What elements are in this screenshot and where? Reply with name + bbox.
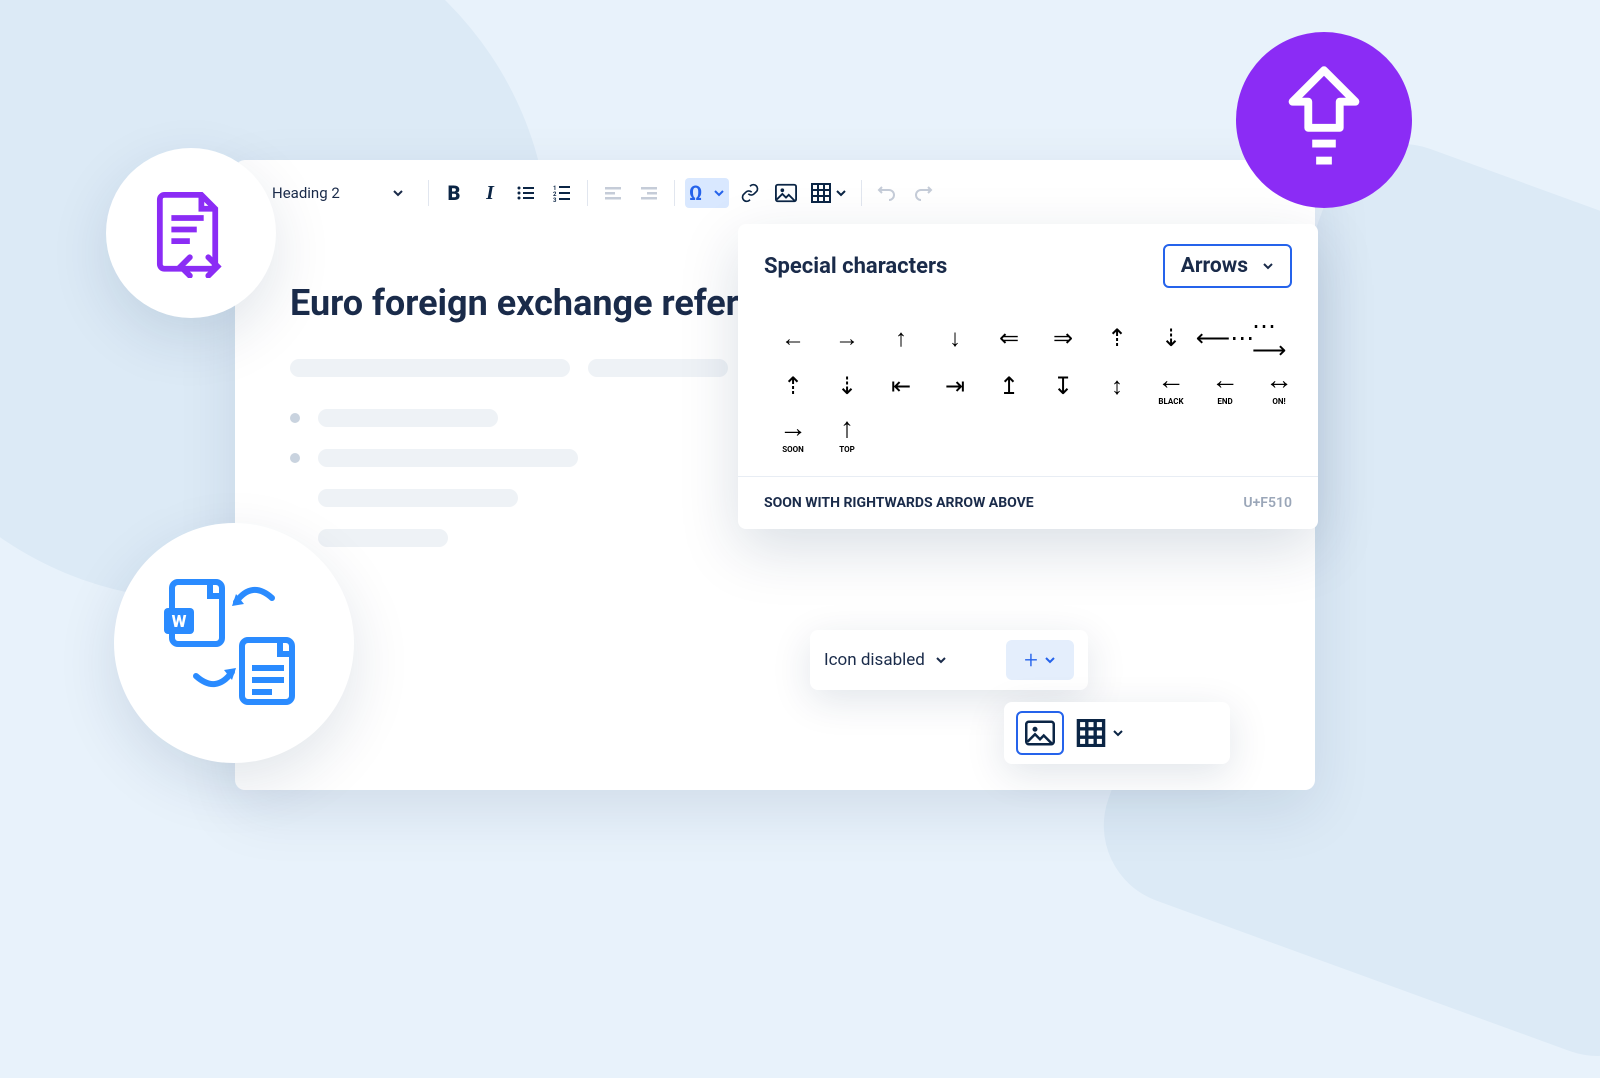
char-cell[interactable]: ←END: [1198, 362, 1252, 410]
image-icon: [1025, 720, 1055, 746]
selected-char-code: U+F510: [1243, 495, 1292, 511]
chevron-down-icon: [1044, 654, 1056, 666]
numbered-list-button[interactable]: 123: [547, 178, 577, 208]
link-icon: [740, 183, 760, 203]
panel-title: Special characters: [764, 254, 947, 279]
chevron-down-icon: [1112, 727, 1124, 739]
char-cell[interactable]: ←: [766, 314, 820, 362]
chevron-down-icon: [835, 187, 847, 199]
icon-state-label: Icon disabled: [824, 650, 925, 670]
char-cell[interactable]: ↑: [874, 314, 928, 362]
char-cell[interactable]: ⇒: [1036, 314, 1090, 362]
bullet-list-icon: [516, 183, 536, 203]
char-cell[interactable]: ⇐: [982, 314, 1036, 362]
char-cell[interactable]: ↑TOP: [820, 410, 874, 458]
table-icon: [811, 183, 831, 203]
chevron-down-icon: [1262, 260, 1274, 272]
up-arrow-icon: [1284, 65, 1364, 175]
chevron-down-icon[interactable]: [935, 654, 947, 666]
image-icon: [775, 183, 797, 203]
heading-selector[interactable]: Heading 2: [258, 174, 418, 212]
code-document-badge: [106, 148, 276, 318]
char-cell[interactable]: ⇥: [928, 362, 982, 410]
undo-icon: [877, 183, 897, 203]
bold-button[interactable]: B: [439, 178, 469, 208]
char-cell[interactable]: ↥: [982, 362, 1036, 410]
svg-text:W: W: [172, 612, 187, 632]
selected-char-name: SOON WITH RIGHTWARDS ARROW ABOVE: [764, 495, 1034, 511]
link-button[interactable]: [735, 178, 765, 208]
character-grid: ←→↑↓⇐⇒⇡⇣⟵⋯⋯⟶⇡⇣⇤⇥↥↧↕←BLACK←END↔ON!→SOON↑T…: [738, 298, 1318, 476]
insert-tools-callout: [1004, 702, 1230, 764]
icon-state-callout: Icon disabled +: [810, 630, 1088, 690]
numbered-list-icon: 123: [552, 183, 572, 203]
align-left-icon: [603, 183, 623, 203]
editor-toolbar: Heading 2 B I 123 Ω: [258, 170, 1058, 216]
table-button[interactable]: [807, 178, 851, 208]
add-button[interactable]: +: [1006, 640, 1074, 680]
char-cell[interactable]: ⇣: [1144, 314, 1198, 362]
char-cell[interactable]: ↧: [1036, 362, 1090, 410]
redo-icon: [913, 183, 933, 203]
char-cell[interactable]: ⟵⋯: [1198, 314, 1252, 362]
import-export-badge: W: [114, 523, 354, 763]
redo-button[interactable]: [908, 178, 938, 208]
code-document-icon: [150, 188, 232, 278]
char-cell[interactable]: ⇡: [1090, 314, 1144, 362]
char-cell[interactable]: ⋯⟶: [1252, 314, 1306, 362]
undo-button[interactable]: [872, 178, 902, 208]
heading-selector-label: Heading 2: [272, 184, 340, 202]
char-cell[interactable]: ⇣: [820, 362, 874, 410]
upgrade-badge[interactable]: [1236, 32, 1412, 208]
char-cell[interactable]: →: [820, 314, 874, 362]
char-cell[interactable]: ↓: [928, 314, 982, 362]
char-cell[interactable]: ↕: [1090, 362, 1144, 410]
table-icon: [1076, 719, 1106, 747]
char-cell[interactable]: ⇡: [766, 362, 820, 410]
align-right-icon: [639, 183, 659, 203]
align-left-button[interactable]: [598, 178, 628, 208]
special-characters-panel: Special characters Arrows ←→↑↓⇐⇒⇡⇣⟵⋯⋯⟶⇡⇣…: [738, 224, 1318, 529]
chevron-down-icon: [713, 187, 725, 199]
category-selector[interactable]: Arrows: [1163, 244, 1292, 288]
insert-table-button[interactable]: [1076, 719, 1124, 747]
svg-text:3: 3: [553, 197, 557, 203]
category-label: Arrows: [1181, 254, 1248, 278]
char-cell[interactable]: ←BLACK: [1144, 362, 1198, 410]
char-cell[interactable]: ⇤: [874, 362, 928, 410]
char-cell[interactable]: →SOON: [766, 410, 820, 458]
special-char-button[interactable]: Ω: [685, 178, 729, 208]
chevron-down-icon: [392, 187, 404, 199]
image-button[interactable]: [771, 178, 801, 208]
bullet-list-button[interactable]: [511, 178, 541, 208]
insert-image-button[interactable]: [1016, 711, 1064, 755]
plus-icon: +: [1024, 646, 1038, 674]
italic-button[interactable]: I: [475, 178, 505, 208]
word-convert-icon: W: [154, 568, 314, 718]
char-cell[interactable]: ↔ON!: [1252, 362, 1306, 410]
align-right-button[interactable]: [634, 178, 664, 208]
